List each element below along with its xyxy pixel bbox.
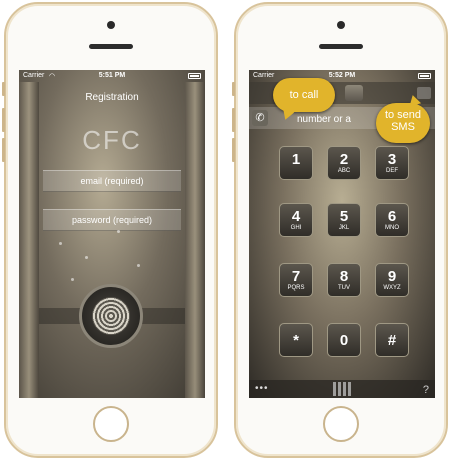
speaker-grille: [89, 44, 133, 49]
key-4[interactable]: 4 GHI: [279, 203, 313, 237]
battery-icon: [188, 73, 201, 79]
sms-hint-line1: to send: [384, 109, 422, 121]
key-0[interactable]: 0: [327, 323, 361, 357]
mute-switch: [232, 82, 235, 96]
water-drop: [117, 230, 120, 233]
phone-dialer: Carrier 5:52 PM ✆ to call to send SMS 1 …: [232, 2, 448, 458]
key-7[interactable]: 7 PQRS: [279, 263, 313, 297]
dialer-screen: Carrier 5:52 PM ✆ to call to send SMS 1 …: [249, 70, 435, 398]
keypad-toggle-icon[interactable]: [333, 382, 351, 396]
volume-down-button: [2, 138, 5, 162]
fingerprint-icon: [92, 297, 130, 335]
key-digit: 0: [339, 332, 349, 349]
mute-switch: [2, 82, 5, 96]
key-digit: 7: [291, 268, 301, 285]
key-9[interactable]: 9 WXYZ: [375, 263, 409, 297]
key-letters: TUV: [338, 285, 350, 291]
password-field[interactable]: password (required): [43, 209, 181, 231]
key-digit: *: [293, 332, 299, 349]
key-letters: WXYZ: [383, 285, 401, 291]
key-1[interactable]: 1: [279, 146, 313, 180]
status-bar: Carrier 5:52 PM: [249, 70, 435, 82]
key-letters: ABC: [337, 168, 351, 174]
speaker-grille: [319, 44, 363, 49]
call-hint-text: to call: [289, 89, 319, 101]
sms-hint-bubble: to send SMS: [376, 103, 430, 143]
key-8[interactable]: 8 TUV: [327, 263, 361, 297]
fingerprint-button[interactable]: [79, 284, 143, 348]
home-button: [93, 406, 129, 442]
front-camera: [107, 21, 115, 29]
water-drop: [85, 256, 88, 259]
status-time: 5:51 PM: [98, 72, 126, 79]
key-digit: 2: [339, 151, 349, 168]
key-hash[interactable]: #: [375, 323, 409, 357]
page-title: Registration: [85, 92, 139, 103]
help-button[interactable]: ?: [423, 384, 429, 396]
key-digit: #: [387, 332, 397, 349]
water-drop: [71, 278, 74, 281]
key-digit: 5: [339, 208, 349, 225]
volume-up-button: [2, 108, 5, 132]
home-button: [323, 406, 359, 442]
key-digit: 9: [387, 268, 397, 285]
key-letters: JKL: [338, 225, 350, 231]
status-time: 5:52 PM: [328, 72, 356, 79]
key-star[interactable]: *: [279, 323, 313, 357]
email-field[interactable]: email (required): [43, 170, 181, 192]
key-digit: 1: [291, 151, 301, 168]
key-digit: 8: [339, 268, 349, 285]
key-letters: DEF: [386, 168, 398, 174]
registration-screen: Carrier ◠ 5:51 PM Registration CFC email…: [19, 70, 205, 398]
key-2[interactable]: 2 ABC: [327, 146, 361, 180]
key-digit: 6: [387, 208, 397, 225]
more-icon[interactable]: •••: [255, 383, 269, 394]
battery-icon: [418, 73, 431, 79]
app-logo: CFC: [82, 125, 142, 155]
status-bar: Carrier ◠ 5:51 PM: [19, 70, 205, 82]
contacts-icon[interactable]: [345, 85, 363, 101]
water-drop: [59, 242, 62, 245]
front-camera: [337, 21, 345, 29]
call-icon[interactable]: ✆: [252, 110, 268, 126]
water-drop: [137, 264, 140, 267]
call-hint-bubble: to call: [273, 78, 335, 112]
volume-up-button: [232, 108, 235, 132]
key-5[interactable]: 5 JKL: [327, 203, 361, 237]
key-letters: MNO: [385, 225, 399, 231]
dialer-bottom-bar: ••• ?: [249, 380, 435, 398]
volume-down-button: [232, 138, 235, 162]
key-3[interactable]: 3 DEF: [375, 146, 409, 180]
key-letters: GHI: [290, 225, 302, 231]
key-letters: PQRS: [287, 285, 305, 291]
sms-hint-line2: SMS: [391, 121, 415, 133]
key-6[interactable]: 6 MNO: [375, 203, 409, 237]
key-digit: 4: [291, 208, 301, 225]
key-digit: 3: [387, 151, 397, 168]
phone-registration: Carrier ◠ 5:51 PM Registration CFC email…: [2, 2, 218, 458]
